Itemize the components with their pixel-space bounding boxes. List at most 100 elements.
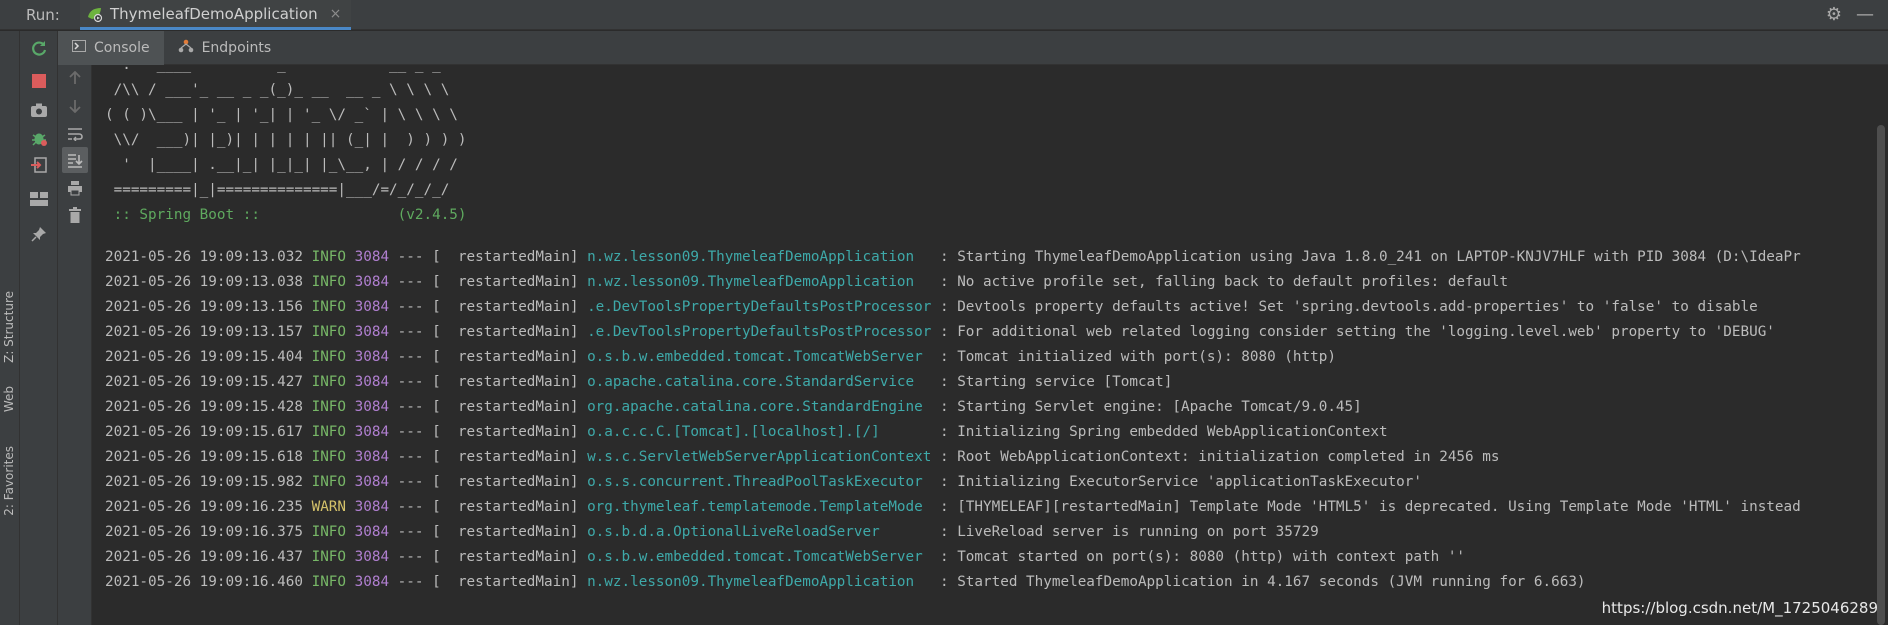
log-message: : Starting Servlet engine: [Apache Tomca…: [931, 399, 1362, 415]
log-pid: 3084: [354, 349, 390, 365]
log-logger: org.apache.catalina.core.StandardEngine: [587, 399, 932, 415]
debug-bug-icon[interactable]: [26, 125, 52, 151]
down-arrow-icon[interactable]: [62, 93, 88, 119]
scroll-to-end-icon[interactable]: [62, 147, 88, 173]
log-timestamp: 2021-05-26 19:09:15.404: [105, 349, 303, 365]
log-level: INFO: [311, 449, 347, 465]
log-line: 2021-05-26 19:09:16.460 INFO 3084 --- [ …: [93, 570, 1874, 595]
log-pid: 3084: [354, 549, 390, 565]
run-subtabs-bar: Console Endpoints: [58, 30, 1888, 65]
log-thread: --- [ restartedMain]: [389, 374, 588, 390]
log-logger: o.s.b.d.a.OptionalLiveReloadServer: [587, 524, 932, 540]
favorites-tool-button[interactable]: 2: Favorites: [2, 446, 16, 516]
tab-endpoints-label: Endpoints: [201, 39, 272, 56]
log-logger: .e.DevToolsPropertyDefaultsPostProcessor: [587, 299, 932, 315]
log-message: : Tomcat started on port(s): 8080 (http)…: [931, 549, 1466, 565]
minimize-icon[interactable]: —: [1856, 4, 1874, 25]
scrollbar-thumb[interactable]: [1877, 125, 1885, 625]
spring-banner-line: \\/ ___)| |_)| | | | | || (_| | ) ) ) ): [105, 132, 467, 148]
log-pid: 3084: [354, 449, 390, 465]
run-label: Run:: [26, 6, 60, 24]
favorites-label: 2: Favorites: [2, 446, 16, 516]
log-pid: 3084: [354, 324, 390, 340]
log-thread: --- [ restartedMain]: [389, 574, 588, 590]
log-message: : Devtools property defaults active! Set…: [931, 299, 1758, 315]
log-message: : Initializing Spring embedded WebApplic…: [931, 424, 1388, 440]
log-line: 2021-05-26 19:09:15.617 INFO 3084 --- [ …: [93, 420, 1874, 445]
console-output[interactable]: . ____ _ __ _ _ /\\ / ___'_ __ _ _(_)_ _…: [93, 65, 1874, 625]
run-actions-toolbar: [20, 31, 58, 625]
log-message: : Starting ThymeleafDemoApplication usin…: [931, 249, 1801, 265]
spring-banner-line: . ____ _ __ _ _: [105, 65, 441, 73]
log-line: 2021-05-26 19:09:16.437 INFO 3084 --- [ …: [93, 545, 1874, 570]
spring-boot-app-icon: [86, 5, 104, 23]
log-message: : Started ThymeleafDemoApplication in 4.…: [931, 574, 1586, 590]
log-timestamp: 2021-05-26 19:09:15.428: [105, 399, 303, 415]
console-icon: [72, 40, 86, 55]
log-thread: --- [ restartedMain]: [389, 449, 588, 465]
log-level: INFO: [311, 249, 347, 265]
log-line: 2021-05-26 19:09:16.375 INFO 3084 --- [ …: [93, 520, 1874, 545]
log-message: : Initializing ExecutorService 'applicat…: [931, 474, 1422, 490]
trash-icon[interactable]: [62, 202, 88, 228]
log-logger: w.s.c.ServletWebServerApplicationContext: [587, 449, 932, 465]
rerun-icon[interactable]: [26, 35, 52, 61]
gear-icon[interactable]: ⚙: [1826, 4, 1842, 25]
log-level: INFO: [311, 324, 347, 340]
log-line: 2021-05-26 19:09:15.404 INFO 3084 --- [ …: [93, 345, 1874, 370]
soft-wrap-icon[interactable]: [62, 121, 88, 147]
log-line: 2021-05-26 19:09:13.038 INFO 3084 --- [ …: [93, 270, 1874, 295]
log-timestamp: 2021-05-26 19:09:13.157: [105, 324, 303, 340]
log-pid: 3084: [354, 274, 390, 290]
log-timestamp: 2021-05-26 19:09:16.437: [105, 549, 303, 565]
up-arrow-icon[interactable]: [62, 65, 88, 91]
stop-icon[interactable]: [26, 68, 52, 94]
log-pid: 3084: [354, 524, 390, 540]
log-timestamp: 2021-05-26 19:09:16.460: [105, 574, 303, 590]
log-message: : Starting service [Tomcat]: [931, 374, 1173, 390]
web-tool-button[interactable]: Web: [2, 386, 16, 412]
log-level: WARN: [311, 499, 347, 515]
tab-endpoints[interactable]: Endpoints: [164, 31, 286, 65]
log-timestamp: 2021-05-26 19:09:16.235: [105, 499, 303, 515]
log-logger: o.s.s.concurrent.ThreadPoolTaskExecutor: [587, 474, 932, 490]
log-timestamp: 2021-05-26 19:09:16.375: [105, 524, 303, 540]
log-logger: o.a.c.c.C.[Tomcat].[localhost].[/]: [587, 424, 932, 440]
log-line: 2021-05-26 19:09:13.156 INFO 3084 --- [ …: [93, 295, 1874, 320]
log-level: INFO: [311, 424, 347, 440]
log-line: 2021-05-26 19:09:15.428 INFO 3084 --- [ …: [93, 395, 1874, 420]
log-level: INFO: [311, 374, 347, 390]
log-thread: --- [ restartedMain]: [389, 274, 588, 290]
web-label: Web: [2, 386, 16, 413]
log-logger: o.s.b.w.embedded.tomcat.TomcatWebServer: [587, 549, 932, 565]
tab-console[interactable]: Console: [58, 30, 164, 65]
run-tab-thymeleaf-demo[interactable]: ThymeleafDemoApplication ×: [80, 0, 352, 30]
log-line: 2021-05-26 19:09:13.032 INFO 3084 --- [ …: [93, 245, 1874, 270]
log-thread: --- [ restartedMain]: [389, 549, 588, 565]
log-pid: 3084: [354, 499, 390, 515]
log-level: INFO: [311, 474, 347, 490]
exit-icon[interactable]: [26, 152, 52, 178]
layout-icon[interactable]: [26, 186, 52, 212]
pin-icon[interactable]: [26, 221, 52, 247]
tab-console-label: Console: [94, 39, 150, 56]
vertical-scrollbar[interactable]: [1874, 65, 1888, 625]
print-icon[interactable]: [62, 175, 88, 201]
camera-icon[interactable]: [26, 97, 52, 123]
log-message: : [THYMELEAF][restartedMain] Template Mo…: [931, 499, 1801, 515]
spring-banner-line: /\\ / ___'_ __ _ _(_)_ __ __ _ \ \ \ \: [105, 82, 450, 98]
left-tool-stripe: Z: Structure Web 2: Favorites: [0, 31, 20, 625]
log-message: : Root WebApplicationContext: initializa…: [931, 449, 1500, 465]
log-logger: .e.DevToolsPropertyDefaultsPostProcessor: [587, 324, 932, 340]
close-icon[interactable]: ×: [330, 6, 342, 22]
log-thread: --- [ restartedMain]: [389, 324, 588, 340]
structure-tool-button[interactable]: Z: Structure: [2, 291, 16, 363]
run-tool-window-header: Run: ThymeleafDemoApplication × ⚙ —: [0, 0, 1888, 30]
log-logger: n.wz.lesson09.ThymeleafDemoApplication: [587, 274, 932, 290]
log-level: INFO: [311, 299, 347, 315]
log-pid: 3084: [354, 249, 390, 265]
log-line: 2021-05-26 19:09:13.157 INFO 3084 --- [ …: [93, 320, 1874, 345]
log-line: 2021-05-26 19:09:15.618 INFO 3084 --- [ …: [93, 445, 1874, 470]
console-actions-toolbar: [58, 65, 92, 625]
log-thread: --- [ restartedMain]: [389, 474, 588, 490]
